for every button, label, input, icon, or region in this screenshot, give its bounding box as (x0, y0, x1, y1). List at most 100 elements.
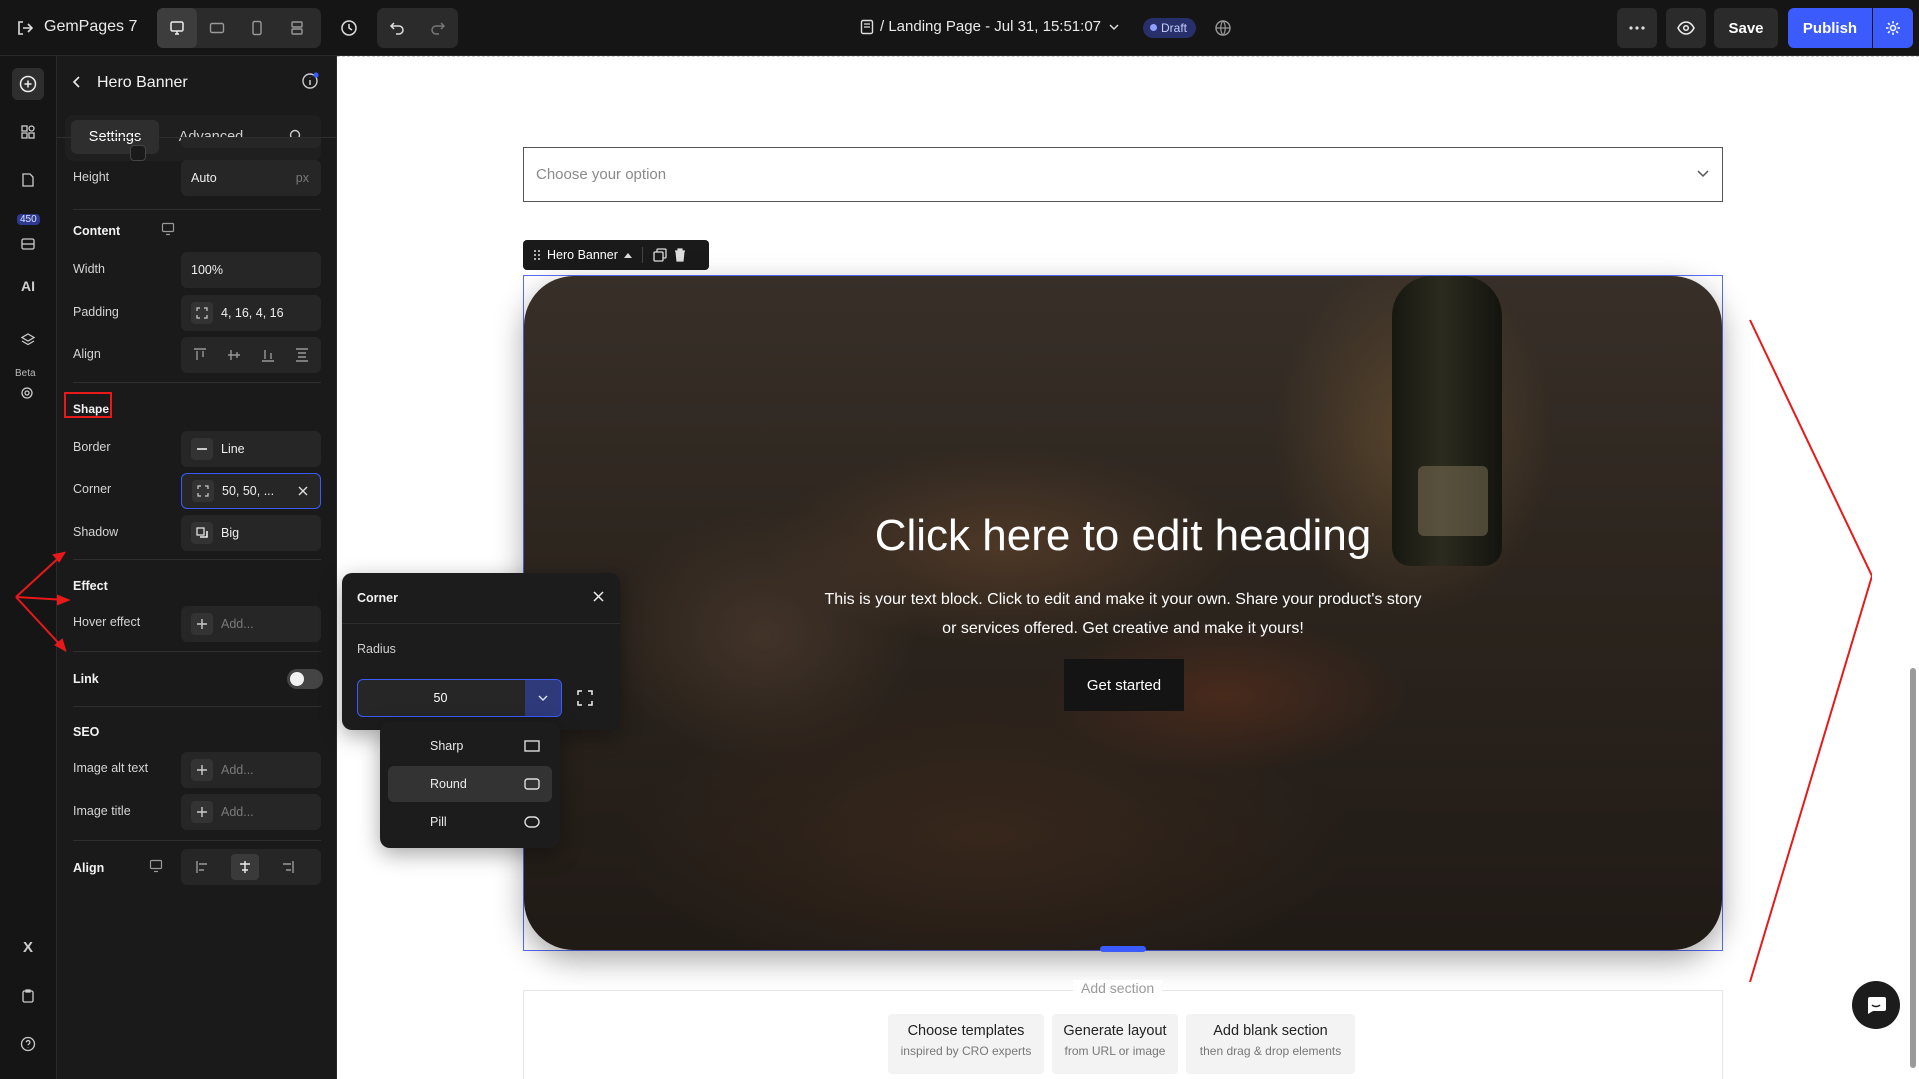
corner-input[interactable]: 50, 50, ... (181, 473, 321, 509)
corner-option-pill[interactable]: Pill (388, 804, 552, 840)
image-title-input[interactable]: Add... (181, 794, 321, 830)
shadow-input[interactable]: Big (181, 515, 321, 551)
height-value: Auto (191, 171, 217, 185)
option-select[interactable]: Choose your option (523, 147, 1723, 202)
page-selector[interactable]: / Landing Page - Jul 31, 15:51:07 (860, 18, 1121, 35)
link-toggle-icon[interactable] (130, 145, 146, 161)
status-badge: Draft (1143, 18, 1197, 38)
align-top-icon[interactable] (187, 342, 213, 368)
prev-field-stub (181, 138, 321, 148)
layers-icon[interactable] (12, 324, 44, 356)
content-heading: Content (73, 224, 121, 238)
align-bottom-icon[interactable] (255, 342, 281, 368)
preview-eye-icon[interactable] (1666, 8, 1706, 48)
hover-effect-placeholder: Add... (221, 617, 254, 631)
hero-text-line2[interactable]: or services offered. Get creative and ma… (524, 620, 1722, 638)
plus-icon (191, 613, 213, 635)
add-element-icon[interactable] (12, 68, 44, 100)
element-tag-label[interactable]: Hero Banner (547, 248, 618, 262)
expand-corners-icon[interactable] (577, 690, 593, 706)
width-input[interactable]: 100% (181, 252, 321, 288)
hover-effect-label: Hover effect (73, 615, 141, 629)
device-switcher (157, 8, 321, 48)
top-toolbar: GemPages 7 / Landing Page - Jul 31, 15:5… (0, 0, 1919, 56)
text-align-control (181, 849, 321, 885)
hero-heading[interactable]: Click here to edit heading (524, 511, 1722, 561)
scrollbar-thumb[interactable] (1910, 668, 1916, 1068)
page-icon (860, 19, 874, 34)
border-value: Line (221, 442, 245, 456)
ai-icon[interactable]: AI (12, 270, 44, 302)
choose-templates-button[interactable]: Choose templates inspired by CRO experts (888, 1014, 1044, 1074)
help-icon[interactable] (12, 1028, 44, 1060)
tablet-landscape-view-button[interactable] (197, 8, 237, 48)
sharp-corner-icon (524, 740, 540, 752)
height-label: Height (73, 170, 110, 184)
resize-handle[interactable] (1100, 946, 1146, 952)
pages-icon[interactable] (12, 164, 44, 196)
inventory-icon[interactable] (12, 228, 44, 260)
radius-label: Radius (357, 642, 396, 656)
align-right-icon[interactable] (273, 854, 301, 880)
generate-layout-button[interactable]: Generate layout from URL or image (1052, 1014, 1178, 1074)
corner-option-round[interactable]: Round (388, 766, 552, 802)
status-badge-label: Draft (1161, 21, 1188, 35)
get-started-button[interactable]: Get started (1064, 659, 1184, 711)
height-unit: px (295, 171, 309, 185)
annotation-bracket (1749, 319, 1872, 983)
corner-expand-icon (192, 480, 214, 502)
line-icon (191, 438, 213, 460)
globe-icon[interactable] (1212, 17, 1234, 39)
choose-templates-sub: inspired by CRO experts (900, 1044, 1032, 1058)
shadow-label: Shadow (73, 525, 119, 539)
border-input[interactable]: Line (181, 431, 321, 467)
corner-option-pill-label: Pill (430, 815, 447, 829)
radius-input[interactable]: 50 (357, 679, 562, 717)
hero-text-line1[interactable]: This is your text block. Click to edit a… (524, 591, 1722, 609)
align-center-icon[interactable] (231, 854, 259, 880)
back-chevron-icon[interactable] (69, 74, 89, 94)
save-button[interactable]: Save (1714, 8, 1778, 48)
desktop-view-button[interactable] (157, 8, 197, 48)
responsive-view-button[interactable] (277, 8, 317, 48)
ai-label: AI (21, 278, 35, 294)
history-icon[interactable] (337, 16, 361, 40)
add-blank-section-button[interactable]: Add blank section then drag & drop eleme… (1186, 1014, 1355, 1074)
chevron-down-icon (1696, 169, 1710, 179)
hover-effect-input[interactable]: Add... (181, 606, 321, 642)
align-middle-icon[interactable] (221, 342, 247, 368)
image-alt-input[interactable]: Add... (181, 752, 321, 788)
align-control (181, 337, 321, 373)
app-name: GemPages 7 (44, 18, 138, 35)
more-options-icon[interactable] (1617, 8, 1657, 48)
x-icon[interactable]: X (12, 931, 44, 963)
pill-corner-icon (524, 816, 540, 828)
height-input[interactable]: Auto px (181, 160, 321, 196)
sections-icon[interactable] (12, 116, 44, 148)
image-title-placeholder: Add... (221, 805, 254, 819)
cro-icon[interactable] (12, 378, 44, 410)
add-section-label: Add section (1073, 980, 1163, 996)
padding-input[interactable]: 4, 16, 4, 16 (181, 295, 321, 331)
corner-option-sharp[interactable]: Sharp (388, 728, 552, 764)
mobile-view-button[interactable] (237, 8, 277, 48)
link-toggle[interactable] (287, 669, 323, 689)
delete-icon[interactable] (673, 248, 687, 262)
exit-icon[interactable] (14, 16, 36, 40)
undo-icon[interactable] (377, 8, 417, 48)
close-icon[interactable] (593, 591, 604, 602)
align-left-icon[interactable] (189, 854, 217, 880)
align-stretch-icon[interactable] (289, 342, 315, 368)
radius-dropdown-chevron-icon[interactable] (525, 680, 561, 716)
info-icon[interactable] (301, 72, 323, 94)
redo-icon[interactable] (418, 8, 458, 48)
publish-settings-icon[interactable] (1873, 8, 1913, 48)
clipboard-icon[interactable] (12, 980, 44, 1012)
publish-button[interactable]: Publish (1788, 8, 1872, 48)
element-tag: Hero Banner (523, 240, 709, 270)
undo-redo-group (377, 8, 458, 48)
duplicate-icon[interactable] (653, 248, 667, 262)
clear-icon[interactable] (298, 486, 308, 496)
page-title: / Landing Page - Jul 31, 15:51:07 (880, 18, 1102, 35)
align-label: Align (73, 347, 101, 361)
